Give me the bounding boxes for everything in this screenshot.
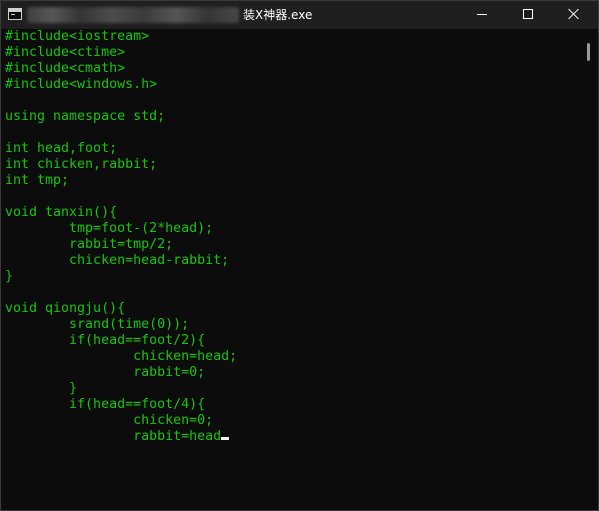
code-line: using namespace std; (5, 109, 166, 124)
code-line: } (5, 269, 14, 284)
text-cursor (221, 437, 230, 440)
code-line-text: rabbit=head (5, 429, 222, 444)
console-window: 装X神器.exe #include<iostream> #include<ctim… (0, 0, 599, 511)
close-button[interactable] (551, 1, 597, 29)
window-title: 装X神器.exe (243, 8, 313, 22)
console-output[interactable]: #include<iostream> #include<ctime> #includ… (1, 29, 579, 510)
code-line: } (5, 381, 78, 396)
scrollbar-thumb[interactable] (587, 43, 590, 61)
code-line: chicken=head-rabbit; (5, 253, 230, 268)
code-line: #include<iostream> (5, 29, 150, 44)
title-bar[interactable]: 装X神器.exe (1, 1, 598, 29)
code-line: chicken=0; (5, 413, 214, 428)
code-line: #include<cmath> (5, 61, 126, 76)
code-text: #include<iostream> #include<ctime> #includ… (1, 29, 579, 445)
code-line-with-cursor: rabbit=head (5, 429, 579, 445)
minimize-button[interactable] (459, 1, 505, 29)
code-line: #include<ctime> (5, 45, 126, 60)
code-line: rabbit=0; (5, 365, 206, 380)
code-line: chicken=head; (5, 349, 238, 364)
console-app-icon[interactable] (8, 8, 22, 20)
code-line: if(head==foot/4){ (5, 397, 206, 412)
code-line: srand(time(0)); (5, 317, 190, 332)
code-line: rabbit=tmp/2; (5, 237, 174, 252)
code-line: tmp=foot-(2*head); (5, 221, 214, 236)
code-line: void tanxin(){ (5, 205, 118, 220)
code-line: void qiongju(){ (5, 301, 126, 316)
code-line: int chicken,rabbit; (5, 157, 158, 172)
code-line: if(head==foot/2){ (5, 333, 206, 348)
title-redacted-area (27, 7, 239, 23)
maximize-icon (523, 9, 533, 19)
code-line: int head,foot; (5, 141, 118, 156)
maximize-button[interactable] (505, 1, 551, 29)
minimize-icon (477, 14, 487, 15)
close-icon (568, 8, 580, 20)
code-line: #include<windows.h> (5, 77, 158, 92)
vertical-scrollbar[interactable] (581, 29, 598, 510)
code-line: int tmp; (5, 173, 70, 188)
